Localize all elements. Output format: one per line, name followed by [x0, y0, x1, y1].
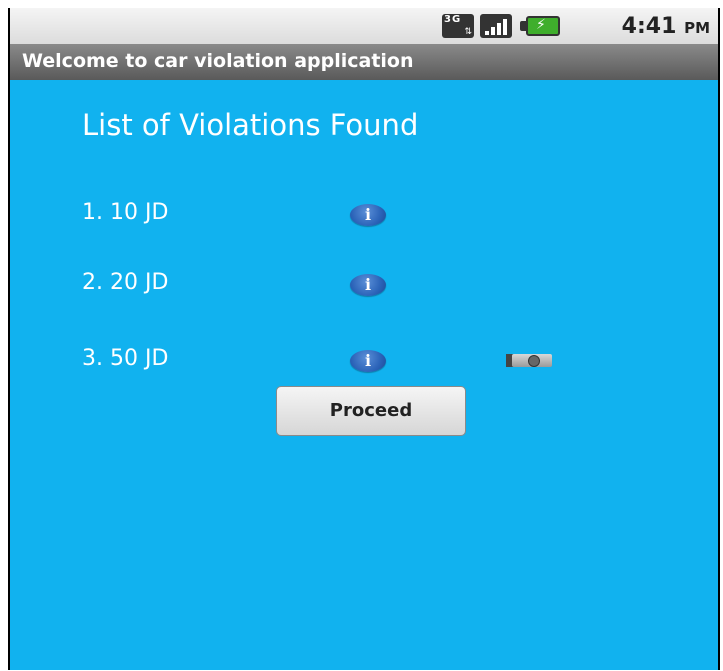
info-icon[interactable]: i	[350, 204, 386, 226]
clock-time: 4:41	[621, 14, 677, 39]
violation-item-2: 2. 20 JD	[82, 270, 169, 295]
charging-bolt-icon: ⚡	[536, 17, 546, 33]
screenshot-frame: 3G ⇅ ⚡ 4:41 PM Welcome to car violation …	[0, 0, 723, 671]
camera-icon[interactable]	[506, 352, 554, 368]
phone-screen: 3G ⇅ ⚡ 4:41 PM Welcome to car violation …	[8, 8, 720, 670]
status-bar: 3G ⇅ ⚡ 4:41 PM	[10, 8, 718, 44]
battery-charging-icon: ⚡	[520, 16, 562, 36]
info-icon[interactable]: i	[350, 350, 386, 372]
app-title: Welcome to car violation application	[22, 50, 414, 72]
3g-data-icon: 3G ⇅	[442, 14, 474, 38]
data-arrows-icon: ⇅	[464, 27, 472, 37]
info-icon[interactable]: i	[350, 274, 386, 296]
info-glyph: i	[364, 351, 372, 370]
clock-ampm: PM	[684, 19, 710, 37]
violation-item-3: 3. 50 JD	[82, 346, 169, 371]
info-glyph: i	[364, 205, 372, 224]
network-type-label: 3G	[444, 14, 462, 25]
app-title-bar: Welcome to car violation application	[10, 44, 718, 80]
info-glyph: i	[364, 275, 372, 294]
status-clock: 4:41 PM	[622, 14, 710, 39]
signal-strength-icon	[480, 14, 512, 38]
violation-item-1: 1. 10 JD	[82, 200, 169, 225]
main-content: List of Violations Found 1. 10 JD i 2. 2…	[10, 80, 718, 670]
page-title: List of Violations Found	[82, 108, 419, 142]
proceed-button[interactable]: Proceed	[276, 386, 466, 436]
